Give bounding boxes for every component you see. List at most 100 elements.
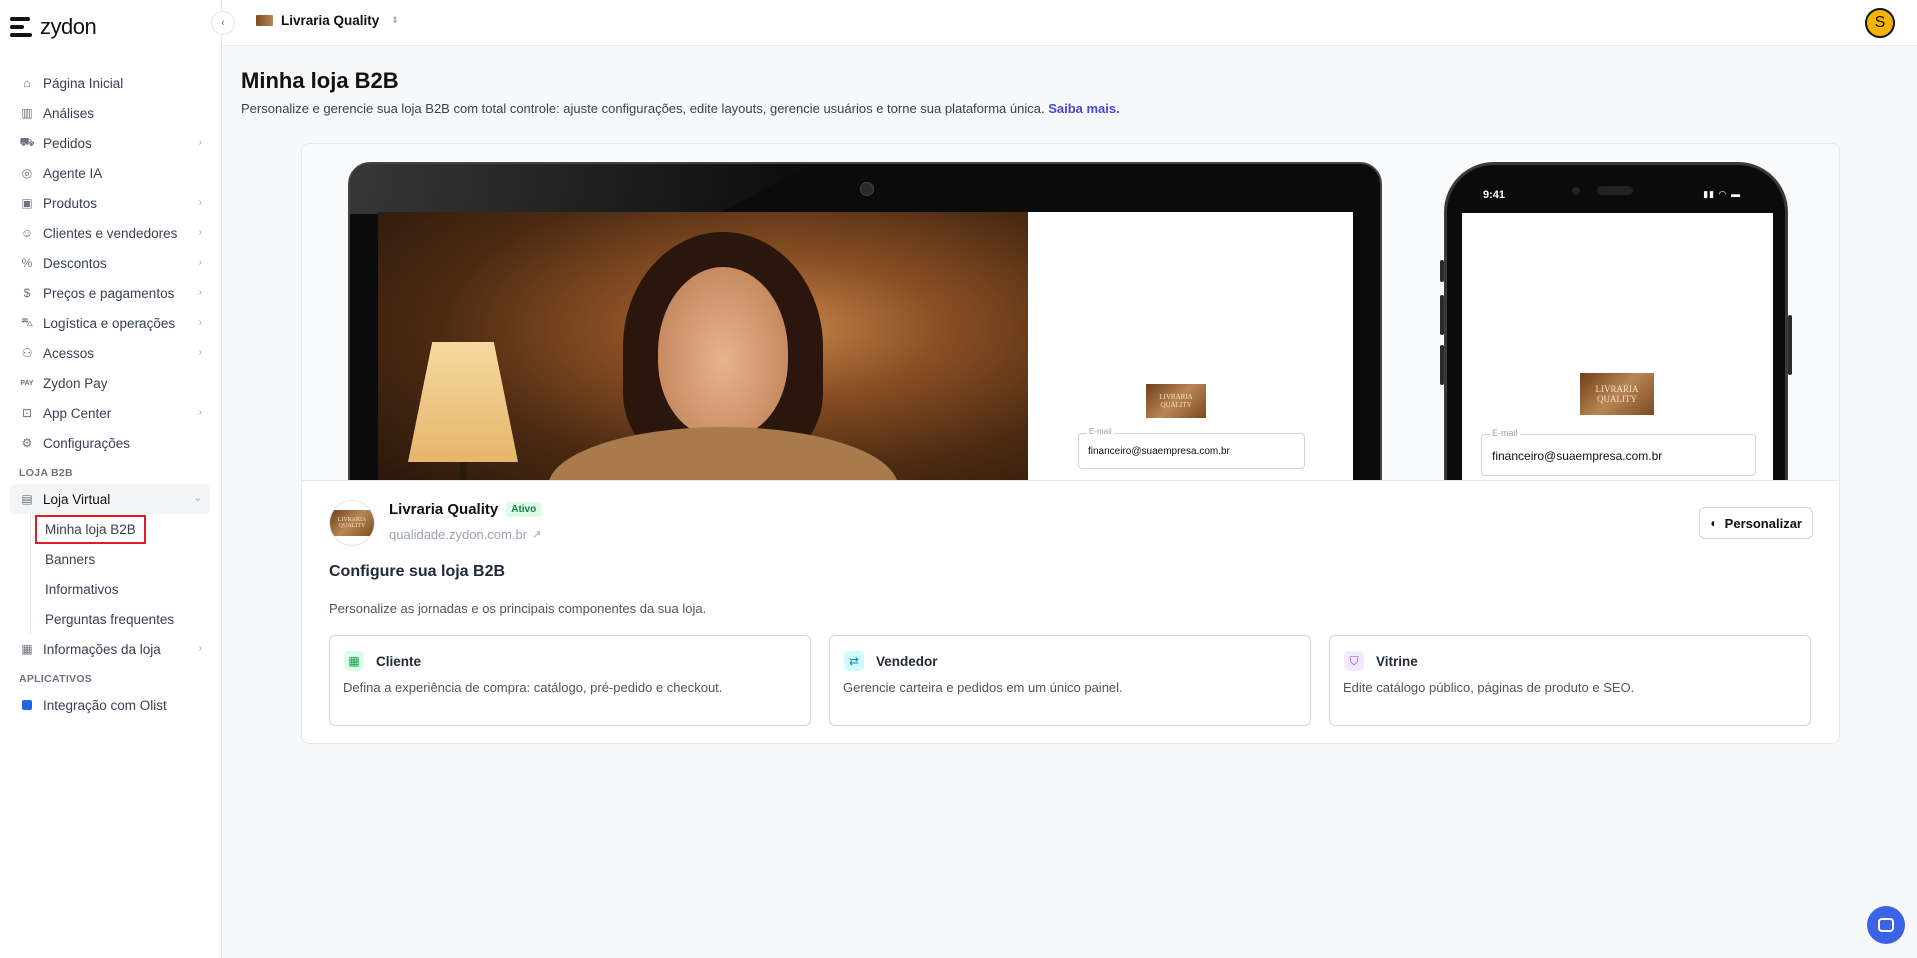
sidebar-item-produtos[interactable]: ▣ Produtos › <box>10 188 210 218</box>
configure-description: Personalize as jornadas e os principais … <box>329 601 707 616</box>
tile-description: Defina a experiência de compra: catálogo… <box>343 680 723 695</box>
sidebar-subitem-perguntas-frequentes[interactable]: Perguntas frequentes <box>31 604 210 634</box>
topbar: Livraria Quality ⇕ S <box>222 0 1917 46</box>
sidebar-item-label: Acessos <box>43 345 95 361</box>
sidebar-item-label: Configurações <box>43 435 131 451</box>
tile-vendedor[interactable]: ⇄ Vendedor Gerencie carteira e pedidos e… <box>829 635 1311 726</box>
sidebar-item-descontos[interactable]: % Descontos › <box>10 248 210 278</box>
learn-more-link[interactable]: Saiba mais. <box>1048 101 1120 116</box>
chevron-updown-icon: ⇕ <box>391 15 399 25</box>
truck-icon: ⛍ <box>20 315 34 329</box>
signal-wifi-battery-icon: ▮▮ ◠ ▬ <box>1703 189 1741 199</box>
email-value: financeiro@suaempresa.com.br <box>1492 449 1663 463</box>
sidebar-item-label: Pedidos <box>43 135 92 151</box>
sidebar-item-label: Integração com Olist <box>43 697 167 713</box>
sidebar-item-zydon-pay[interactable]: PAY Zydon Pay <box>10 368 210 398</box>
store-logo: LIVRARIA QUALITY <box>1146 384 1206 418</box>
collapse-sidebar-button[interactable]: ‹ <box>211 11 235 35</box>
sidebar-item-label: Agente IA <box>43 165 103 181</box>
sidebar-item-label: Loja Virtual <box>43 491 111 507</box>
sidebar-item-precos[interactable]: $ Preços e pagamentos › <box>10 278 210 308</box>
store-card: LIVRARIA QUALITY E-mail financeiro@suaem… <box>301 143 1840 744</box>
store-avatar: LIVRARIA QUALITY <box>329 500 375 546</box>
chat-support-button[interactable] <box>1867 906 1905 944</box>
home-icon: ⌂ <box>23 76 31 90</box>
chevron-down-icon: ⌄ <box>193 493 202 504</box>
sidebar-item-informacoes-loja[interactable]: ▦ Informações da loja › <box>10 634 210 664</box>
chevron-right-icon: › <box>198 643 202 654</box>
sidebar-item-integracao-olist[interactable]: Integração com Olist <box>10 690 210 720</box>
sidebar-item-label: Descontos <box>43 255 107 271</box>
chevron-right-icon: › <box>198 227 202 238</box>
sidebar-item-analises[interactable]: ▥ Análises <box>10 98 210 128</box>
info-icon: ▦ <box>21 642 33 656</box>
app-center-icon: ⊡ <box>21 406 33 420</box>
sidebar-subitem-banners[interactable]: Banners <box>31 544 210 574</box>
status-badge: Ativo <box>506 502 542 517</box>
chevron-right-icon: › <box>198 137 202 148</box>
sidebar-item-agente-ia[interactable]: ◎ Agente IA <box>10 158 210 188</box>
chevron-right-icon: › <box>198 197 202 208</box>
phone-mockup: 9:41 ▮▮ ◠ ▬ LIVRARIA QUALITY E-mail fina… <box>1440 162 1792 480</box>
email-label: E-mail <box>1087 427 1114 436</box>
page-title: Minha loja B2B <box>241 68 399 93</box>
avatar[interactable]: S <box>1865 8 1895 38</box>
chevron-right-icon: › <box>198 317 202 328</box>
sidebar-item-logistica[interactable]: ⛍ Logística e operações › <box>10 308 210 338</box>
sidebar-item-label: Logística e operações <box>43 315 176 331</box>
section-label-loja-b2b: LOJA B2B <box>19 467 73 479</box>
sidebar-subitem-minha-loja-b2b[interactable]: Minha loja B2B <box>31 514 210 544</box>
laptop-screen: LIVRARIA QUALITY E-mail financeiro@suaem… <box>378 212 1353 480</box>
brand-name: zydon <box>40 14 97 39</box>
tile-cliente[interactable]: ▦ Cliente Defina a experiência de compra… <box>329 635 811 726</box>
sidebar-item-loja-virtual[interactable]: ▤ Loja Virtual ⌄ <box>10 484 210 514</box>
store-selector-label: Livraria Quality <box>281 13 380 28</box>
zydon-logo-icon <box>10 16 34 38</box>
chevron-right-icon: › <box>198 347 202 358</box>
sidebar-item-pedidos[interactable]: ⛟ Pedidos › <box>10 128 210 158</box>
email-value: financeiro@suaempresa.com.br <box>1088 446 1230 457</box>
personalizar-label: Personalizar <box>1724 515 1802 531</box>
page-description-text: Personalize e gerencie sua loja B2B com … <box>241 101 1045 116</box>
cart-icon: ⛟ <box>19 135 35 149</box>
sidebar-item-label: Produtos <box>43 195 98 211</box>
sidebar-item-clientes[interactable]: ☺ Clientes e vendedores › <box>10 218 210 248</box>
subitem-label: Perguntas frequentes <box>45 611 175 627</box>
email-field-preview: E-mail financeiro@suaempresa.com.br <box>1481 428 1756 476</box>
sidebar-item-app-center[interactable]: ⊡ App Center › <box>10 398 210 428</box>
sidebar-item-label: Análises <box>43 105 95 121</box>
sidebar-item-pagina-inicial[interactable]: ⌂ Página Inicial <box>10 68 210 98</box>
store-logo-icon <box>256 15 273 26</box>
box-icon: ▣ <box>21 196 33 210</box>
zydon-logo[interactable]: zydon <box>10 14 97 40</box>
access-icon: ⚇ <box>21 346 33 360</box>
store-avatar-text: LIVRARIA QUALITY <box>330 510 374 536</box>
dollar-icon: $ <box>23 286 31 300</box>
sidebar-nav: ⌂ Página Inicial ▥ Análises ⛟ Pedidos › ◎ Age… <box>10 68 210 720</box>
tile-description: Edite catálogo público, páginas de produ… <box>1343 680 1635 695</box>
sidebar-subitem-informativos[interactable]: Informativos <box>31 574 210 604</box>
email-field-preview: E-mail financeiro@suaempresa.com.br <box>1078 427 1305 469</box>
store-url-link[interactable]: qualidade.zydon.com.br ↗ <box>389 527 541 542</box>
store-preview: LIVRARIA QUALITY E-mail financeiro@suaem… <box>302 144 1839 481</box>
avatar-letter: S <box>1874 14 1886 31</box>
sidebar: zydon ⌂ Página Inicial ▥ Análises ⛟ Pedidos… <box>0 0 222 958</box>
phone-time: 9:41 <box>1483 189 1506 201</box>
camera-icon <box>860 182 874 196</box>
bar-chart-icon: ▥ <box>21 106 33 120</box>
subitem-label: Informativos <box>45 581 119 597</box>
store-logo: LIVRARIA QUALITY <box>1580 373 1654 415</box>
sidebar-item-label: Clientes e vendedores <box>43 225 178 241</box>
store-name: Livraria Quality Ativo <box>389 501 542 518</box>
sidebar-item-configuracoes[interactable]: ⚙ Configurações <box>10 428 210 458</box>
palette-icon: ◐ <box>1710 516 1718 530</box>
sidebar-item-acessos[interactable]: ⚇ Acessos › <box>10 338 210 368</box>
personalizar-button[interactable]: ◐ Personalizar <box>1699 507 1813 539</box>
store-url-text: qualidade.zydon.com.br <box>389 527 528 542</box>
basket-icon: ⛉ <box>1344 651 1364 671</box>
store-selector[interactable]: Livraria Quality ⇕ <box>256 13 399 28</box>
discount-icon: % <box>21 256 33 270</box>
chat-icon <box>1878 918 1894 932</box>
sidebar-item-label: Página Inicial <box>43 75 124 91</box>
tile-vitrine[interactable]: ⛉ Vitrine Edite catálogo público, página… <box>1329 635 1811 726</box>
